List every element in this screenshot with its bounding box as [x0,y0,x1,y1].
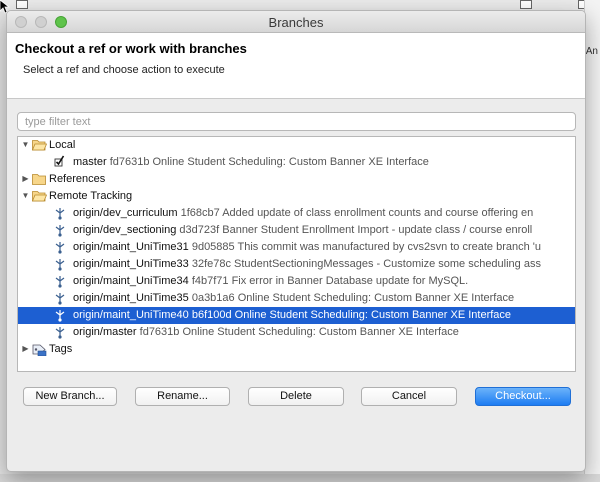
tree-row-branch[interactable]: origin/maint_UniTime31 9d05885 This comm… [18,239,575,256]
commit-summary: 32fe78c StudentSectioningMessages - Cust… [191,258,541,270]
background-panel: An [584,0,600,482]
tree-row-branch[interactable]: origin/dev_sectioning d3d723f Banner Stu… [18,222,575,239]
dialog-content: ▼ Local master fd7631b Online Student Sc… [7,99,585,471]
new-branch-button[interactable]: New Branch... [23,387,117,406]
branch-name: master [73,156,107,168]
commit-summary: f4b7f71 Fix error in Banner Database upd… [191,275,469,287]
dialog-subtitle: Select a ref and choose action to execut… [23,64,225,76]
commit-summary: 9d05885 This commit was manufactured by … [191,241,542,253]
title-bar: Branches [7,11,585,33]
tree-row-branch[interactable]: origin/dev_curriculum 1f68cb7 Added upda… [18,205,575,222]
tree-row-branch[interactable]: origin/maint_UniTime35 0a3b1a6 Online St… [18,290,575,307]
folder-open-icon [32,140,47,151]
tree-node-label: Tags [49,343,73,355]
tree-row-branch[interactable]: origin/maint_UniTime33 32fe78c StudentSe… [18,256,575,273]
window-title: Branches [268,15,324,30]
branch-name: origin/maint_UniTime40 [73,309,189,321]
tree-row-branch[interactable]: origin/maint_UniTime34 f4b7f71 Fix error… [18,273,575,290]
remote-branch-icon [55,293,65,305]
remote-branch-icon [55,310,65,322]
commit-summary: fd7631b Online Student Scheduling: Custo… [109,156,429,168]
cancel-button[interactable]: Cancel [361,387,457,406]
background-text: An [585,46,598,57]
button-bar: New Branch... Rename... Delete Cancel Ch… [7,387,585,417]
tree-node-remote-tracking[interactable]: ▼ Remote Tracking [18,188,575,205]
background-window-icon [520,0,532,9]
branch-name: origin/maint_UniTime31 [73,241,189,253]
remote-branch-icon [55,259,65,271]
branch-name: origin/master [73,326,137,338]
commit-summary: 0a3b1a6 Online Student Scheduling: Custo… [191,292,515,304]
filter-input[interactable] [17,112,576,131]
commit-summary: b6f100d Online Student Scheduling: Custo… [191,309,512,321]
dialog-header: Checkout a ref or work with branches Sel… [7,33,585,99]
branch-name: origin/dev_sectioning [73,224,177,236]
expand-arrow-icon[interactable]: ▼ [21,140,30,149]
branch-name: origin/maint_UniTime34 [73,275,189,287]
branch-name: origin/maint_UniTime33 [73,258,189,270]
branch-name: origin/maint_UniTime35 [73,292,189,304]
tags-icon [32,344,47,356]
ref-tree[interactable]: ▼ Local master fd7631b Online Student Sc… [17,136,576,372]
remote-branch-icon [55,225,65,237]
tree-node-tags[interactable]: ▶ Tags [18,341,575,358]
rename-button[interactable]: Rename... [135,387,230,406]
dialog-title: Checkout a ref or work with branches [15,41,247,56]
commit-summary: 1f68cb7 Added update of class enrollment… [180,207,534,219]
tree-row-branch[interactable]: master fd7631b Online Student Scheduling… [18,154,575,171]
tree-node-local[interactable]: ▼ Local [18,137,575,154]
commit-summary: fd7631b Online Student Scheduling: Custo… [139,326,459,338]
checked-out-branch-icon [54,155,65,167]
branch-name: origin/dev_curriculum [73,207,178,219]
folder-icon [32,174,46,185]
tree-node-label: References [49,173,106,185]
background-statusbar [0,474,600,482]
commit-summary: d3d723f Banner Student Enrollment Import… [179,224,533,236]
branches-dialog: Branches Checkout a ref or work with bra… [6,10,586,472]
tree-row-branch-selected[interactable]: origin/maint_UniTime40 b6f100d Online St… [18,307,575,324]
tree-node-label: Remote Tracking [49,190,133,202]
delete-button[interactable]: Delete [248,387,344,406]
expand-arrow-icon[interactable]: ▼ [21,191,30,200]
background-window-icon [16,0,28,9]
tree-node-label: Local [49,139,76,151]
remote-branch-icon [55,242,65,254]
collapse-arrow-icon[interactable]: ▶ [21,174,30,183]
remote-branch-icon [55,208,65,220]
remote-branch-icon [55,276,65,288]
tree-node-references[interactable]: ▶ References [18,171,575,188]
folder-open-icon [32,191,47,202]
checkout-button[interactable]: Checkout... [475,387,571,406]
collapse-arrow-icon[interactable]: ▶ [21,344,30,353]
remote-branch-icon [55,327,65,339]
tree-row-branch[interactable]: origin/master fd7631b Online Student Sch… [18,324,575,341]
